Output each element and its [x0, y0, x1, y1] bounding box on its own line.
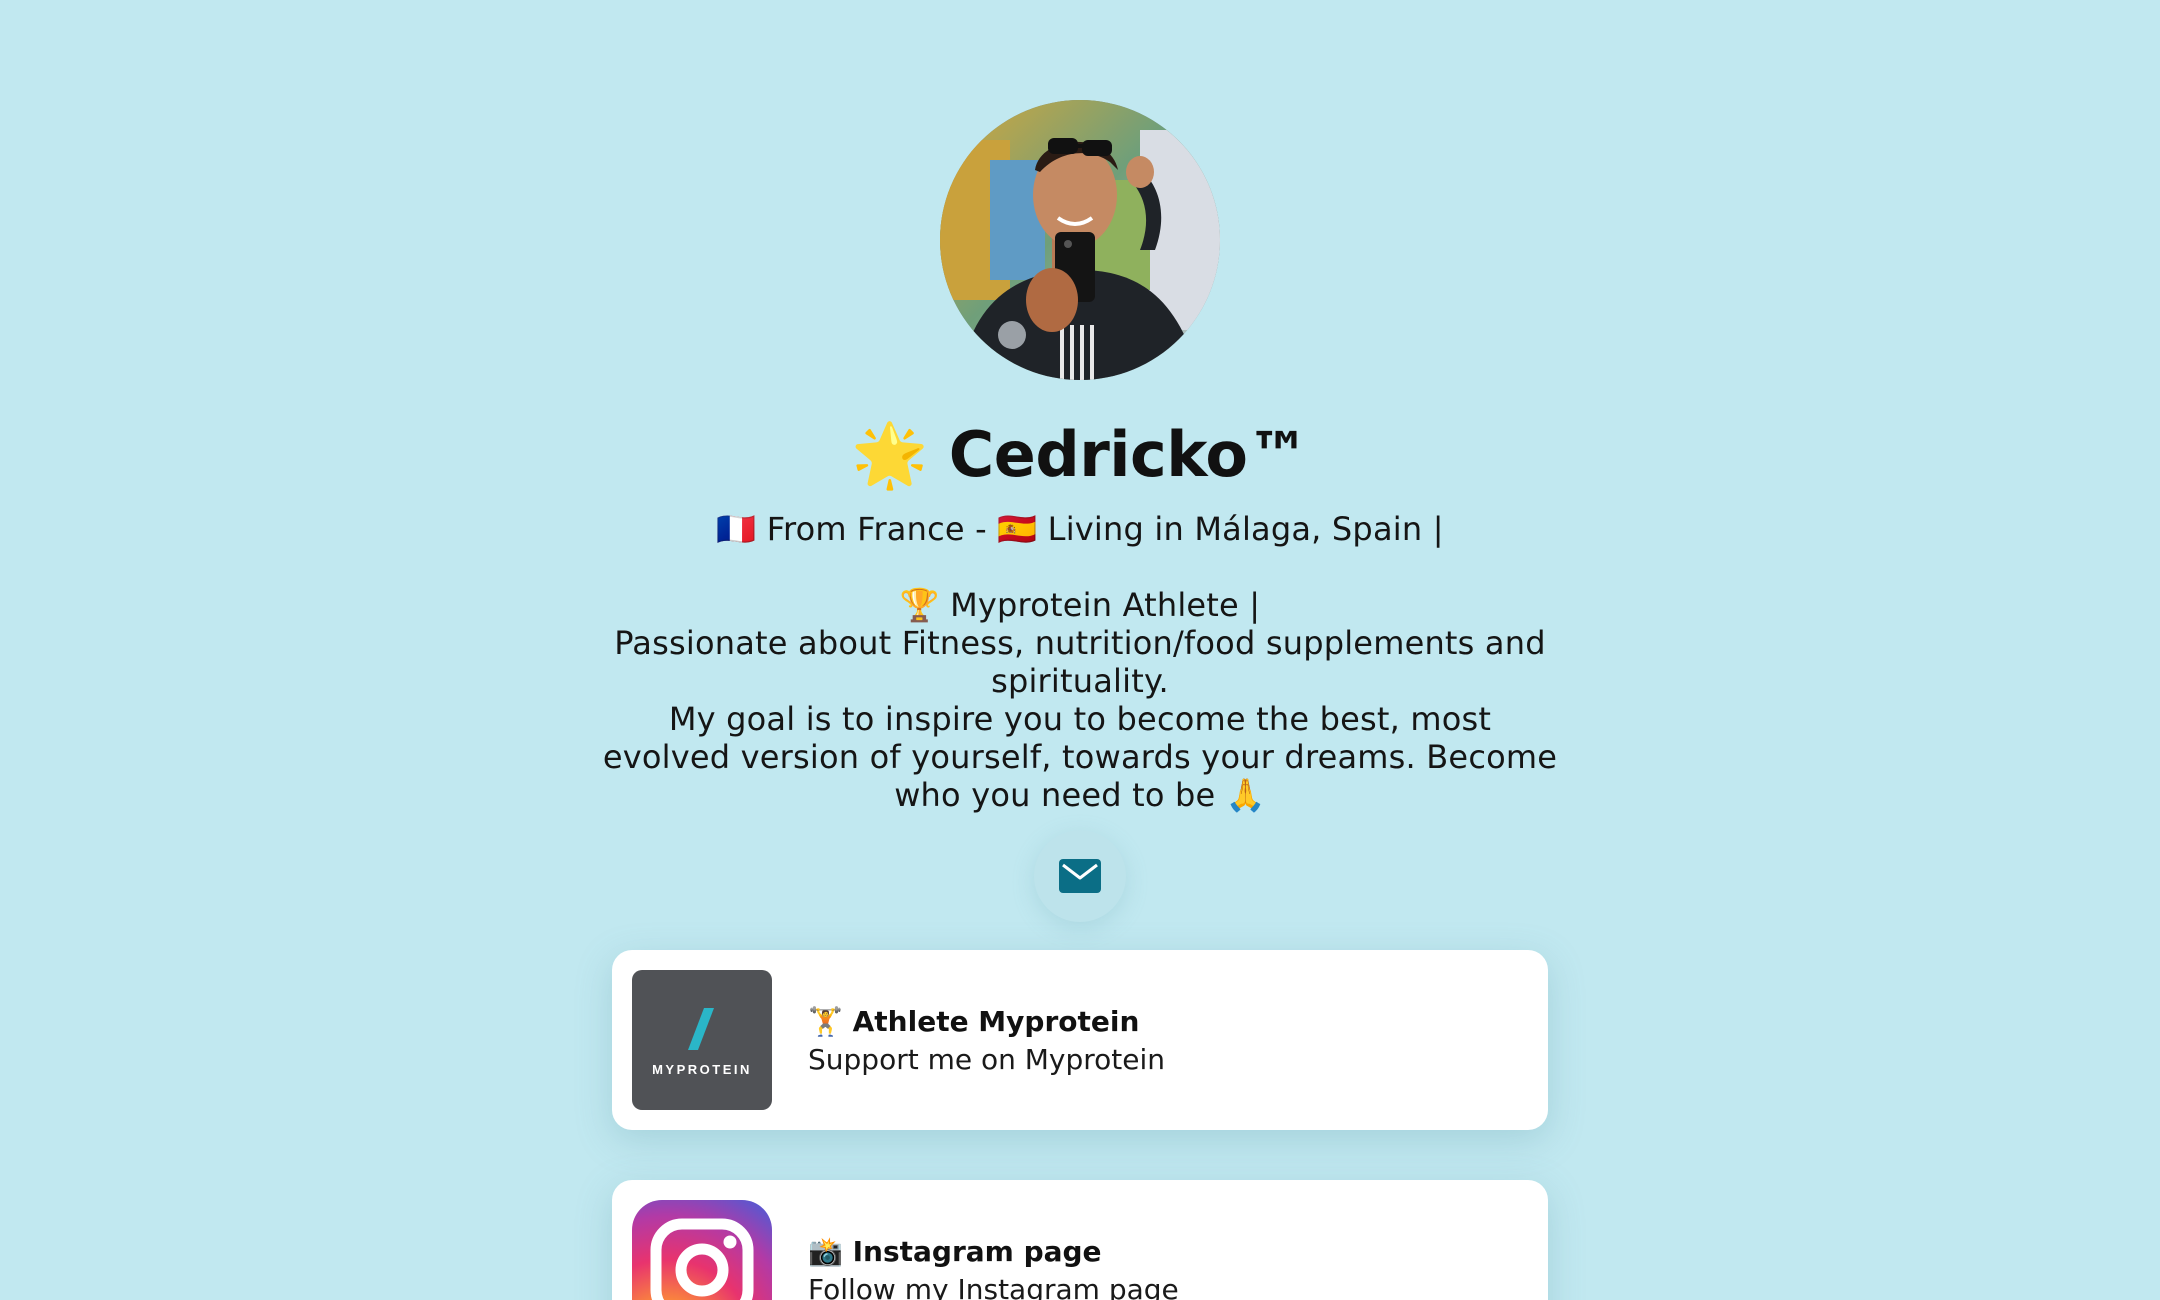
myprotein-logo-text: MYPROTEIN: [652, 1062, 752, 1077]
myprotein-logo-thumbnail: MYPROTEIN: [632, 970, 772, 1110]
profile-name: 🌟 Cedricko™: [851, 418, 1309, 491]
instagram-logo-thumbnail: [632, 1200, 772, 1300]
email-button[interactable]: [1034, 830, 1126, 922]
avatar-photo: [940, 100, 1220, 380]
profile-avatar: [940, 100, 1220, 380]
profile-bio: 🇫🇷 From France - 🇪🇸 Living in Málaga, Sp…: [602, 510, 1558, 814]
instagram-logo-icon: [632, 1200, 772, 1300]
link-subtitle: Support me on Myprotein: [808, 1043, 1166, 1076]
link-subtitle: Follow my Instagram page: [808, 1273, 1179, 1300]
envelope-icon: [1059, 859, 1101, 893]
link-card-instagram[interactable]: 📸 Instagram page Follow my Instagram pag…: [612, 1180, 1548, 1300]
link-title: 🏋 Athlete Myprotein: [808, 1005, 1140, 1038]
link-card-myprotein[interactable]: MYPROTEIN 🏋 Athlete Myprotein Support me…: [612, 950, 1548, 1130]
link-title: 📸 Instagram page: [808, 1235, 1102, 1268]
myprotein-logo-icon: MYPROTEIN: [632, 970, 772, 1110]
profile-page: 🌟 Cedricko™ 🇫🇷 From France - 🇪🇸 Living i…: [0, 0, 2160, 1300]
